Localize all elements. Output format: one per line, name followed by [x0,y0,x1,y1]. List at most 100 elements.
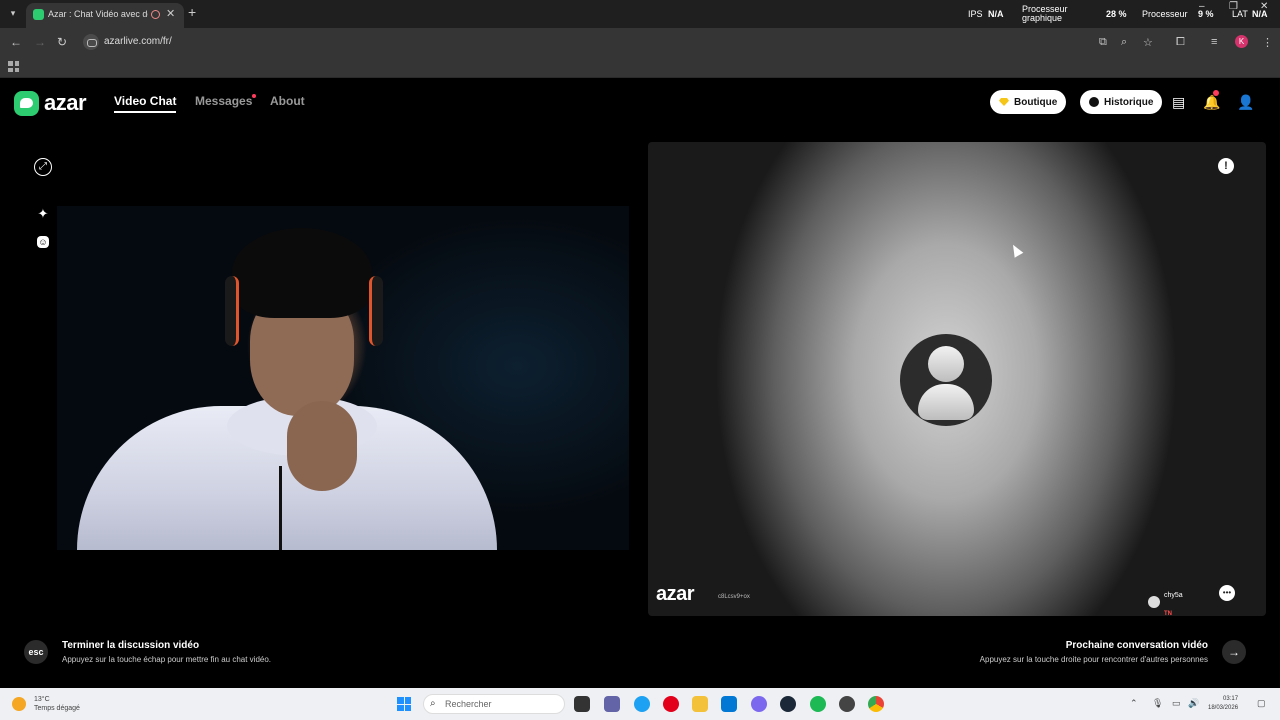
chrome-icon[interactable] [868,696,884,712]
next-chat-subtitle: Appuyez sur la touche droite pour rencon… [979,655,1208,664]
sticker-icon[interactable]: ☺ [37,236,49,248]
historique-button[interactable]: Historique [1080,90,1163,114]
nav-messages[interactable]: Messages [195,94,252,108]
clock-time: 03:17 [1223,696,1239,702]
person-hand [287,401,357,491]
browser-tab-bar: ▾ Azar : Chat Vidéo avec de ✕ + IPS N/A … [0,0,1280,28]
new-tab-plus-icon[interactable]: + [188,4,196,20]
windows-taskbar: 13°C Temps dégagé ⌕ Rechercher ⌃ 🎙 ▭ 🔊 0… [0,688,1280,720]
windows-start-icon[interactable] [397,697,411,711]
next-arrow-button[interactable]: → [1222,640,1246,664]
profile-avatar[interactable]: K [1235,35,1248,48]
esc-key-button[interactable]: esc [24,640,48,664]
bell-icon[interactable]: 🔔 [1203,94,1220,111]
browser-tab-azar[interactable]: Azar : Chat Vidéo avec de ✕ [26,3,184,28]
bookmark-star-icon[interactable]: ☆ [1143,36,1153,49]
spotify-icon[interactable] [810,696,826,712]
edge-icon[interactable] [634,696,650,712]
report-shield-icon[interactable]: ! [1218,158,1234,174]
store-icon[interactable] [721,696,737,712]
file-explorer-icon[interactable] [692,696,708,712]
recording-indicator-icon [151,10,160,19]
weather-sun-icon[interactable] [12,697,26,711]
bell-notification-dot [1213,90,1219,96]
end-chat-subtitle: Appuyez sur la touche échap pour mettre … [62,655,272,664]
perf-ips-value: N/A [988,9,1004,19]
reading-list-icon[interactable]: ≡ [1211,36,1217,48]
perf-gpu-value: 28 % [1106,9,1127,19]
bookmarks-bar [0,56,1280,78]
tray-chevron-icon[interactable]: ⌃ [1130,698,1138,709]
microphone-icon[interactable]: 🎙 [1152,698,1163,709]
headphone-cable [279,466,282,550]
azar-logo[interactable]: azar [14,90,87,116]
chat-bubble-icon[interactable]: ••• [1219,585,1235,601]
apps-grid-icon[interactable] [8,61,19,72]
local-video-panel: ⤢ ✦ ☺ [20,148,629,608]
restore-icon[interactable]: ❐ [1229,1,1238,12]
opera-icon[interactable] [663,696,679,712]
task-view-icon[interactable] [574,696,590,712]
network-icon[interactable]: ▭ [1172,698,1181,709]
remote-avatar-placeholder [900,334,992,426]
clock-icon [1089,97,1099,107]
weather-temp: 13°C [34,696,50,703]
boutique-label: Boutique [1014,96,1058,108]
gem-icon [999,98,1009,106]
teams-icon[interactable] [604,696,620,712]
user-profile-icon[interactable]: 👤 [1237,94,1254,111]
install-app-icon[interactable]: ⧉ [1099,36,1107,49]
steam-icon[interactable] [780,696,796,712]
next-chat-title: Prochaine conversation vidéo [1065,640,1208,651]
site-info-icon[interactable] [83,34,99,50]
remote-video-panel: ! azar c8Lcsv9+ox chy5a TN ••• [648,142,1266,616]
azar-logo-icon [14,90,39,116]
azar-watermark: azar [656,583,695,605]
search-icon: ⌕ [430,698,436,709]
taskbar-clock[interactable]: 03:17 18/03/2026 [1208,695,1238,713]
notification-center-icon[interactable]: ▢ [1257,698,1266,709]
local-camera-feed [57,206,629,550]
peer-country: TN [1164,611,1172,616]
azar-favicon-icon [33,9,44,20]
search-placeholder: Rechercher [445,699,492,709]
avatar-body [918,384,974,420]
url-field[interactable]: azarlive.com/fr/ [104,36,172,47]
boutique-button[interactable]: Boutique [990,90,1067,114]
weather-widget[interactable]: 13°C Temps dégagé [34,695,80,713]
forward-arrow-icon[interactable]: → [34,35,46,49]
avatar-head [928,346,964,382]
inbox-icon[interactable]: ▤ [1172,94,1185,111]
peer-name: chy5a [1164,592,1183,599]
nav-about[interactable]: About [270,94,305,108]
perf-cpu-label: Processeur [1142,9,1188,19]
peer-avatar [1148,596,1160,608]
messages-unread-dot [252,94,256,98]
address-bar: ← → ↻ azarlive.com/fr/ ⧉ ⌕ ☆ ⧠ ≡ K ⋮ [0,28,1280,56]
expand-icon[interactable]: ⤢ [34,158,52,176]
extensions-icon[interactable]: ⧠ [1176,36,1185,49]
game-app-icon[interactable] [839,696,855,712]
back-arrow-icon[interactable]: ← [10,35,22,49]
reload-icon[interactable]: ↻ [57,35,67,49]
volume-icon[interactable]: 🔊 [1188,698,1199,709]
headphone-right [369,276,383,346]
close-window-icon[interactable]: ✕ [1260,1,1268,12]
perf-ips-label: IPS [968,9,983,19]
peer-info[interactable]: chy5a TN [1148,584,1183,616]
tab-search-chevron-icon[interactable]: ▾ [6,6,20,20]
minimize-icon[interactable]: – [1199,1,1205,12]
zoom-icon[interactable]: ⌕ [1121,36,1127,49]
tab-close-icon[interactable]: ✕ [166,7,175,20]
person-hair [232,228,372,318]
perf-gpu-label-2: graphique [1022,13,1063,23]
azar-page: azar Video Chat Messages About Boutique … [0,78,1280,688]
browser-menu-icon[interactable]: ⋮ [1262,36,1273,49]
effects-wand-icon[interactable]: ✦ [34,205,52,223]
historique-label: Historique [1104,96,1154,108]
headphone-left [225,276,239,346]
taskbar-search[interactable]: ⌕ Rechercher [423,694,565,714]
discord-icon[interactable] [751,696,767,712]
weather-desc: Temps dégagé [34,705,80,712]
nav-video-chat[interactable]: Video Chat [114,94,176,108]
